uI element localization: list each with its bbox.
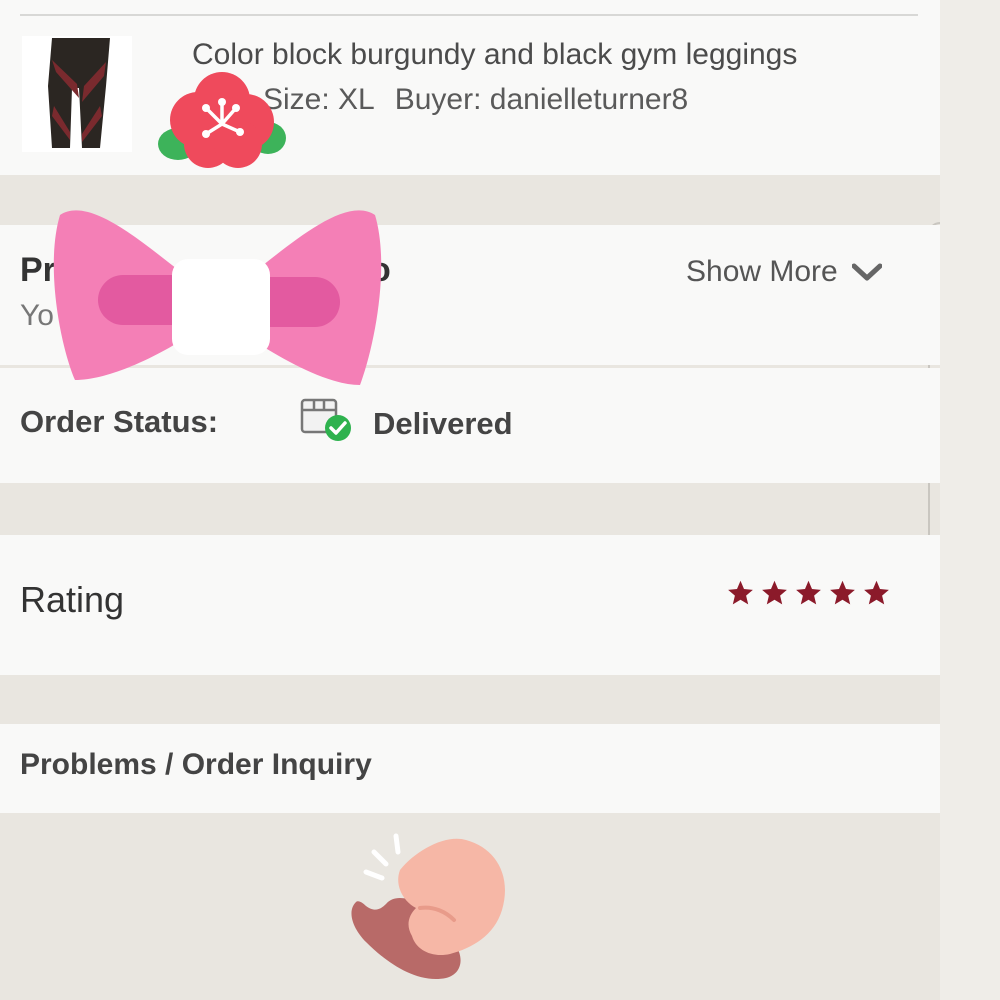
bow-sticker-icon <box>53 210 382 385</box>
chevron-down-icon <box>851 263 882 281</box>
star-icon <box>796 580 821 605</box>
star-icon <box>864 580 889 605</box>
product-card: Color block burgundy and black gym leggi… <box>0 0 940 175</box>
problems-order-inquiry-link[interactable]: Problems / Order Inquiry <box>20 748 372 782</box>
show-more-button[interactable]: Show More <box>686 255 882 289</box>
star-icon <box>762 580 787 605</box>
star-rating <box>726 579 891 607</box>
product-title[interactable]: Color block burgundy and black gym leggi… <box>192 38 797 72</box>
product-meta: Size: XL Buyer: danielleturner8 <box>263 83 688 117</box>
rating-label: Rating <box>20 579 125 620</box>
rating-card: Rating <box>0 535 940 675</box>
star-icon <box>830 580 855 605</box>
star-icon <box>728 580 753 605</box>
order-status-value: Delivered <box>373 406 513 441</box>
flower-sticker-icon <box>158 72 286 168</box>
product-thumbnail[interactable] <box>22 36 132 152</box>
product-buyer[interactable]: Buyer: danielleturner8 <box>395 83 689 116</box>
problems-card[interactable]: Problems / Order Inquiry <box>0 724 940 813</box>
right-background-strip <box>940 0 1000 1000</box>
show-more-label: Show More <box>686 255 838 288</box>
order-status-label: Order Status: <box>20 404 219 439</box>
divider <box>20 14 918 16</box>
clapping-hand-sticker-icon <box>351 833 505 980</box>
info-subtitle: Yo <box>20 299 54 332</box>
